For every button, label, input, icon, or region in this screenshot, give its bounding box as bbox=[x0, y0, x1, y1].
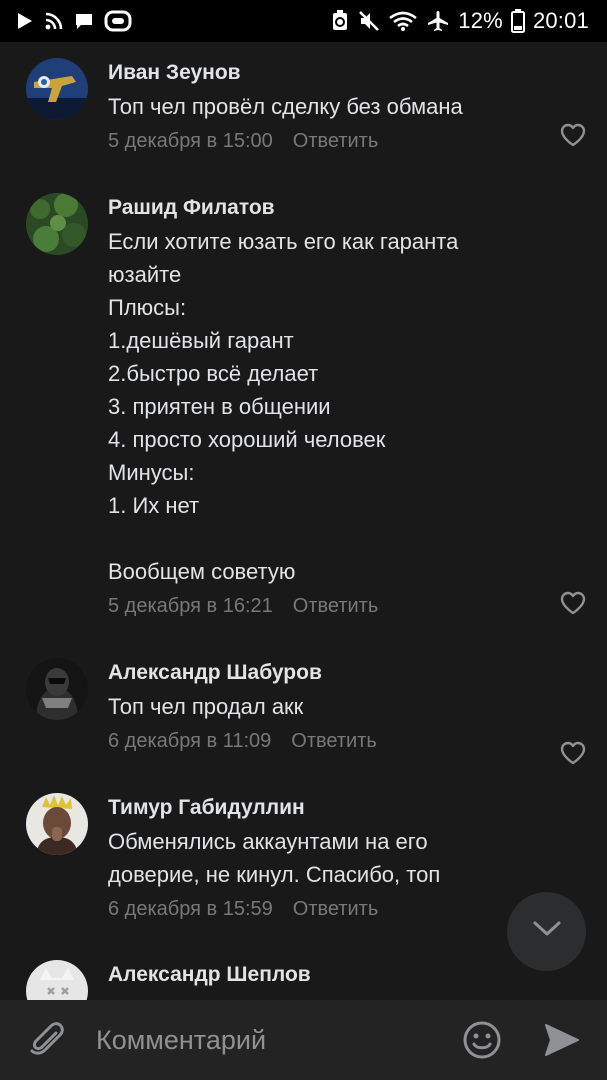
reply-button[interactable]: Ответить bbox=[293, 595, 379, 618]
reply-button[interactable]: Ответить bbox=[291, 730, 377, 753]
comment-meta: 6 декабря в 11:09 Ответить bbox=[108, 723, 587, 759]
avatar[interactable] bbox=[26, 793, 88, 855]
reply-button[interactable]: Ответить bbox=[293, 130, 379, 153]
comment-date: 5 декабря в 16:21 bbox=[108, 594, 273, 617]
send-icon[interactable] bbox=[540, 1019, 582, 1061]
play-icon bbox=[16, 11, 34, 31]
status-bar-right: 12% 20:01 bbox=[330, 8, 589, 34]
avatar[interactable] bbox=[26, 960, 88, 1000]
scroll-down-button[interactable] bbox=[507, 892, 586, 971]
airplane-icon bbox=[426, 9, 450, 33]
vr-icon bbox=[104, 10, 132, 32]
comment-date: 6 декабря в 11:09 bbox=[108, 729, 272, 752]
comment-text: Топ чел продал акк bbox=[108, 694, 304, 719]
comments-feed[interactable]: Иван Зеунов Топ чел провёл сделку без об… bbox=[0, 42, 607, 1000]
battery-icon bbox=[510, 9, 525, 33]
comment-date: 5 декабря в 15:00 bbox=[108, 129, 273, 152]
avatar[interactable] bbox=[26, 58, 88, 120]
message-icon bbox=[74, 11, 94, 31]
comment-author[interactable]: Иван Зеунов bbox=[108, 58, 587, 88]
comment-date: 6 декабря в 15:59 bbox=[108, 897, 273, 920]
chevron-down-icon bbox=[531, 919, 563, 944]
status-bar: 12% 20:01 bbox=[0, 0, 607, 42]
status-bar-left bbox=[16, 10, 132, 32]
heart-icon bbox=[560, 123, 586, 152]
rss-icon bbox=[44, 11, 64, 31]
emoji-icon[interactable] bbox=[461, 1019, 503, 1061]
comment-meta: 5 декабря в 15:00 Ответить bbox=[108, 123, 587, 159]
clock: 20:01 bbox=[532, 8, 589, 33]
comment-text: Если хотите юзать его как гаранта юзайте… bbox=[108, 229, 459, 584]
heart-icon bbox=[560, 741, 586, 770]
avatar[interactable] bbox=[26, 193, 88, 255]
avatar[interactable] bbox=[26, 658, 88, 720]
comment-meta: 5 декабря в 16:21 Ответить bbox=[108, 588, 587, 624]
heart-icon bbox=[560, 591, 586, 620]
comment-text: Обменялись аккаунтами на его доверие, не… bbox=[108, 829, 441, 887]
comment-author[interactable]: Александр Шабуров bbox=[108, 658, 587, 688]
comment-composer bbox=[0, 1000, 607, 1080]
paperclip-icon[interactable] bbox=[26, 1019, 68, 1061]
comment-author[interactable]: Александр Шеплов bbox=[108, 960, 587, 990]
mute-icon bbox=[358, 10, 380, 32]
battery-percent: 12% bbox=[458, 8, 503, 33]
reply-button[interactable]: Ответить bbox=[293, 898, 379, 921]
like-button[interactable] bbox=[555, 119, 591, 155]
like-button[interactable] bbox=[555, 737, 591, 773]
comment-author[interactable]: Тимур Габидуллин bbox=[108, 793, 587, 823]
comment-text: Топ чел провёл сделку без обмана bbox=[108, 94, 463, 119]
wifi-icon bbox=[388, 10, 418, 32]
comment-author[interactable]: Рашид Филатов bbox=[108, 193, 587, 223]
recycle-icon bbox=[330, 10, 350, 32]
like-button[interactable] bbox=[555, 587, 591, 623]
comment-input[interactable] bbox=[96, 1020, 436, 1060]
